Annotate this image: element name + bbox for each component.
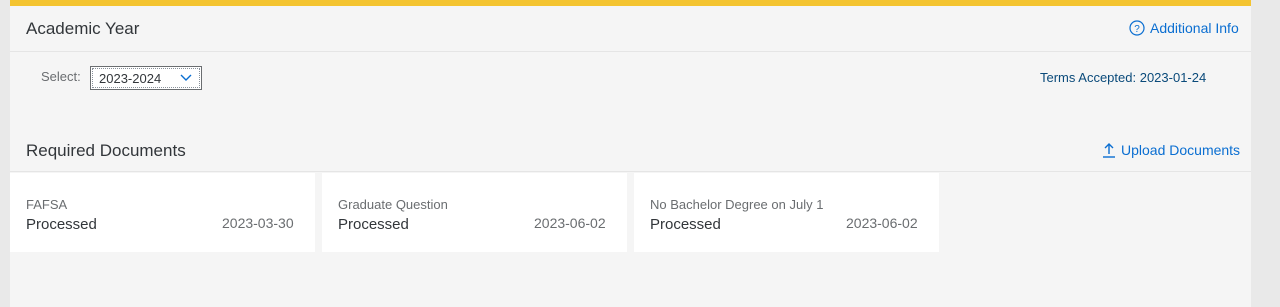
divider: [10, 171, 1251, 172]
selected-year: 2023-2024: [99, 70, 162, 86]
document-date: 2023-03-30: [222, 215, 294, 231]
upload-documents-label: Upload Documents: [1121, 142, 1241, 158]
upload-icon: [1102, 142, 1116, 158]
document-name: Graduate Question: [338, 197, 448, 212]
required-documents-title: Required Documents: [26, 141, 186, 160]
chevron-down-icon: [179, 72, 193, 87]
select-label: Select:: [41, 69, 81, 84]
document-status: Processed: [338, 216, 409, 233]
accent-bar: [10, 0, 1251, 6]
upload-documents-link[interactable]: Upload Documents: [1102, 142, 1240, 158]
academic-year-select[interactable]: 2023-2024: [90, 66, 202, 90]
divider: [10, 51, 1251, 52]
main-panel: Academic Year ? Additional Info Select: …: [10, 0, 1251, 307]
document-status: Processed: [26, 216, 97, 233]
page-background-edge: [1251, 0, 1280, 307]
question-circle-icon: ?: [1129, 20, 1145, 36]
document-card-graduate-question[interactable]: Graduate Question Processed 2023-06-02: [322, 173, 627, 252]
document-card-fafsa[interactable]: FAFSA Processed 2023-03-30: [10, 173, 315, 252]
document-date: 2023-06-02: [534, 215, 606, 231]
document-status: Processed: [650, 216, 721, 233]
document-date: 2023-06-02: [846, 215, 918, 231]
document-name: FAFSA: [26, 197, 68, 212]
document-name: No Bachelor Degree on July 1: [650, 197, 824, 212]
terms-accepted: Terms Accepted: 2023-01-24: [1040, 70, 1207, 85]
academic-year-title: Academic Year: [26, 19, 140, 38]
additional-info-link[interactable]: ? Additional Info: [1129, 20, 1239, 36]
document-card-no-bachelor-degree[interactable]: No Bachelor Degree on July 1 Processed 2…: [634, 173, 939, 252]
svg-text:?: ?: [1134, 24, 1140, 35]
additional-info-label: Additional Info: [1150, 20, 1239, 36]
